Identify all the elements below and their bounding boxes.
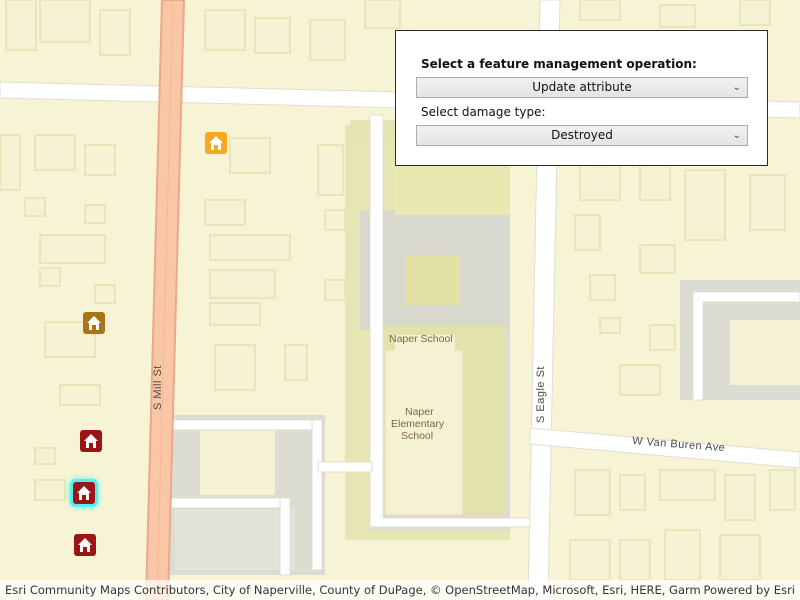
poi-label-naper-elementary-line1: Naper	[405, 406, 434, 418]
street-label-s-mill-st: S Mill St	[152, 365, 164, 410]
poi-label-naper-elementary-line3: School	[401, 430, 433, 442]
poi-label-naper-elementary-line2: Elementary	[391, 418, 445, 430]
house-marker-icon-4-selected[interactable]	[73, 482, 95, 504]
damage-type-select-value: Destroyed	[551, 128, 613, 142]
house-marker-icon-1[interactable]	[205, 132, 227, 154]
operation-select[interactable]: Update attribute ⌄	[416, 77, 748, 98]
operation-select-value: Update attribute	[532, 80, 632, 94]
street-label-s-eagle-st: S Eagle St	[535, 366, 547, 423]
chevron-down-icon: ⌄	[732, 130, 741, 141]
house-marker-icon-3[interactable]	[80, 430, 102, 452]
chevron-down-icon: ⌄	[732, 82, 741, 93]
house-marker-icon-5[interactable]	[74, 534, 96, 556]
powered-by-esri-link[interactable]: Powered by Esri	[704, 580, 796, 600]
damage-type-select[interactable]: Destroyed ⌄	[416, 125, 748, 146]
attribution-text[interactable]: Esri Community Maps Contributors, City o…	[5, 580, 700, 600]
feature-management-panel: Select a feature management operation: U…	[395, 30, 768, 166]
damage-type-label: Select damage type:	[421, 105, 546, 119]
attribution-bar: Esri Community Maps Contributors, City o…	[0, 580, 800, 600]
poi-label-naper-school: Naper School	[389, 333, 453, 345]
panel-title: Select a feature management operation:	[421, 57, 697, 71]
house-marker-icon-2[interactable]	[83, 312, 105, 334]
